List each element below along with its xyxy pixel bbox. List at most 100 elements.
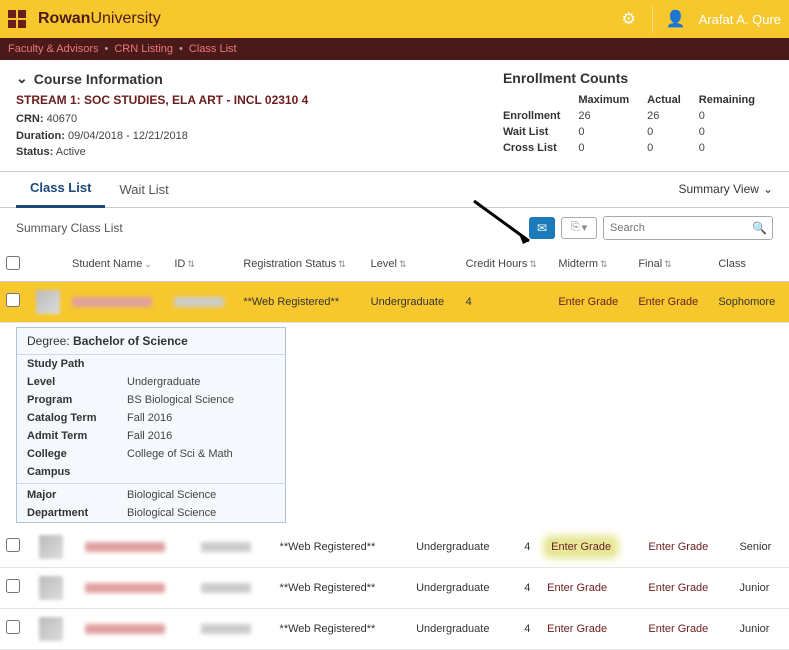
crumb-sep: • [104, 43, 108, 55]
student-id [201, 624, 251, 634]
search-input[interactable] [610, 222, 752, 234]
degree-field: ProgramBS Biological Science [17, 391, 285, 409]
col-maximum: Maximum [578, 92, 647, 108]
student-name [72, 297, 152, 307]
col-class[interactable]: Class [712, 248, 789, 282]
row-checkbox[interactable] [6, 620, 20, 634]
table-row[interactable]: **Web Registered** Undergraduate 4 Enter… [0, 608, 789, 649]
level: Undergraduate [365, 281, 460, 322]
row-waitlist: Wait List [503, 124, 578, 140]
search-box[interactable]: 🔍 [603, 216, 773, 240]
col-actual: Actual [647, 92, 699, 108]
tab-class-list[interactable]: Class List [16, 170, 105, 208]
info-panel: ⌄ Course Information STREAM 1: SOC STUDI… [0, 60, 789, 172]
col-credit[interactable]: Credit Hours⇅ [460, 248, 553, 282]
course-title: STREAM 1: SOC STUDIES, ELA ART - INCL 02… [16, 93, 463, 107]
degree-field: DepartmentBiological Science [17, 504, 285, 522]
crumb-3[interactable]: Class List [189, 43, 237, 55]
midterm-grade-link[interactable]: Enter Grade [552, 281, 632, 322]
course-info-heading: Course Information [34, 71, 163, 87]
crumb-2[interactable]: CRN Listing [114, 43, 173, 55]
class-standing: Senior [733, 527, 789, 568]
degree-field: MajorBiological Science [17, 486, 285, 504]
summary-view-toggle[interactable]: Summary View ⌄ [678, 182, 773, 196]
student-id [201, 542, 251, 552]
username[interactable]: Arafat A. Qure [699, 12, 781, 27]
table-row[interactable]: **Web Registered** Undergraduate 4 Enter… [0, 567, 789, 608]
reg-status: **Web Registered** [274, 608, 411, 649]
chevron-down-icon[interactable]: ⌄ [16, 70, 28, 87]
col-id[interactable]: ID⇅ [168, 248, 237, 282]
avatar [39, 576, 63, 600]
student-table: Student Name⌄ ID⇅ Registration Status⇅ L… [0, 248, 789, 323]
row-checkbox[interactable] [6, 293, 20, 307]
midterm-grade-link[interactable]: Enter Grade [541, 608, 642, 649]
col-midterm[interactable]: Midterm⇅ [552, 248, 632, 282]
degree-field: Catalog TermFall 2016 [17, 409, 285, 427]
table-row[interactable]: **Web Registered** Undergraduate 4 Enter… [0, 527, 789, 568]
col-level[interactable]: Level⇅ [365, 248, 460, 282]
midterm-grade-link[interactable]: Enter Grade [541, 567, 642, 608]
final-grade-link[interactable]: Enter Grade [642, 567, 733, 608]
apps-menu-icon[interactable] [8, 10, 26, 28]
crn-label: CRN: [16, 113, 44, 125]
col-reg-status[interactable]: Registration Status⇅ [237, 248, 364, 282]
gear-icon[interactable]: ⚙ [620, 10, 638, 28]
avatar [39, 535, 63, 559]
enrollment-heading: Enrollment Counts [503, 70, 773, 86]
crn-value: 40670 [47, 113, 78, 125]
degree-field: Study Path [17, 355, 285, 373]
final-grade-link[interactable]: Enter Grade [642, 527, 733, 568]
tab-wait-list[interactable]: Wait List [105, 172, 182, 207]
course-meta: CRN: 40670 Duration: 09/04/2018 - 12/21/… [16, 111, 463, 161]
class-standing: Sophomore [712, 281, 789, 322]
search-icon: 🔍 [752, 221, 767, 235]
reg-status: **Web Registered** [274, 567, 411, 608]
row-enrollment: Enrollment [503, 108, 578, 124]
row-checkbox[interactable] [6, 579, 20, 593]
col-final[interactable]: Final⇅ [632, 248, 712, 282]
student-name [85, 542, 165, 552]
degree-panel: Degree: Bachelor of ScienceStudy PathLev… [16, 327, 286, 523]
midterm-grade-link[interactable]: Enter Grade [541, 527, 642, 568]
user-icon[interactable]: 👤 [667, 10, 685, 28]
degree-field: Admit TermFall 2016 [17, 427, 285, 445]
separator [652, 5, 653, 33]
degree-field: CollegeCollege of Sci & Math [17, 445, 285, 463]
tabs: Class List Wait List Summary View ⌄ [0, 172, 789, 208]
level: Undergraduate [410, 608, 518, 649]
final-grade-link[interactable]: Enter Grade [642, 608, 733, 649]
class-standing: Junior [733, 608, 789, 649]
student-name [85, 583, 165, 593]
course-info: ⌄ Course Information STREAM 1: SOC STUDI… [16, 70, 463, 161]
crumb-1[interactable]: Faculty & Advisors [8, 43, 98, 55]
breadcrumb: Faculty & Advisors • CRN Listing • Class… [0, 38, 789, 60]
brand-bold: Rowan [38, 10, 90, 27]
credit-hours: 4 [518, 527, 541, 568]
subtitle: Summary Class List [16, 221, 123, 235]
row-crosslist: Cross List [503, 140, 578, 156]
email-button[interactable]: ✉ [529, 217, 555, 239]
status-value: Active [56, 146, 86, 158]
duration-label: Duration: [16, 130, 65, 142]
duration-value: 09/04/2018 - 12/21/2018 [68, 130, 188, 142]
level: Undergraduate [410, 567, 518, 608]
col-student-name[interactable]: Student Name⌄ [66, 248, 168, 282]
row-checkbox[interactable] [6, 538, 20, 552]
summary-view-label: Summary View [678, 182, 758, 196]
export-icon: ⎘ [571, 221, 580, 234]
status-label: Status: [16, 146, 53, 158]
brand-light: University [90, 10, 160, 27]
final-grade-link[interactable]: Enter Grade [632, 281, 712, 322]
enrollment-counts: Enrollment Counts Maximum Actual Remaini… [503, 70, 773, 161]
col-remaining: Remaining [699, 92, 773, 108]
export-button[interactable]: ⎘▾ [561, 217, 597, 239]
reg-status: **Web Registered** [237, 281, 364, 322]
student-id [174, 297, 224, 307]
avatar [39, 617, 63, 641]
table-row[interactable]: **Web Registered** Undergraduate 4 Enter… [0, 281, 789, 322]
student-id [201, 583, 251, 593]
credit-hours: 4 [460, 281, 553, 322]
select-all-checkbox[interactable] [6, 256, 20, 270]
student-name [85, 624, 165, 634]
